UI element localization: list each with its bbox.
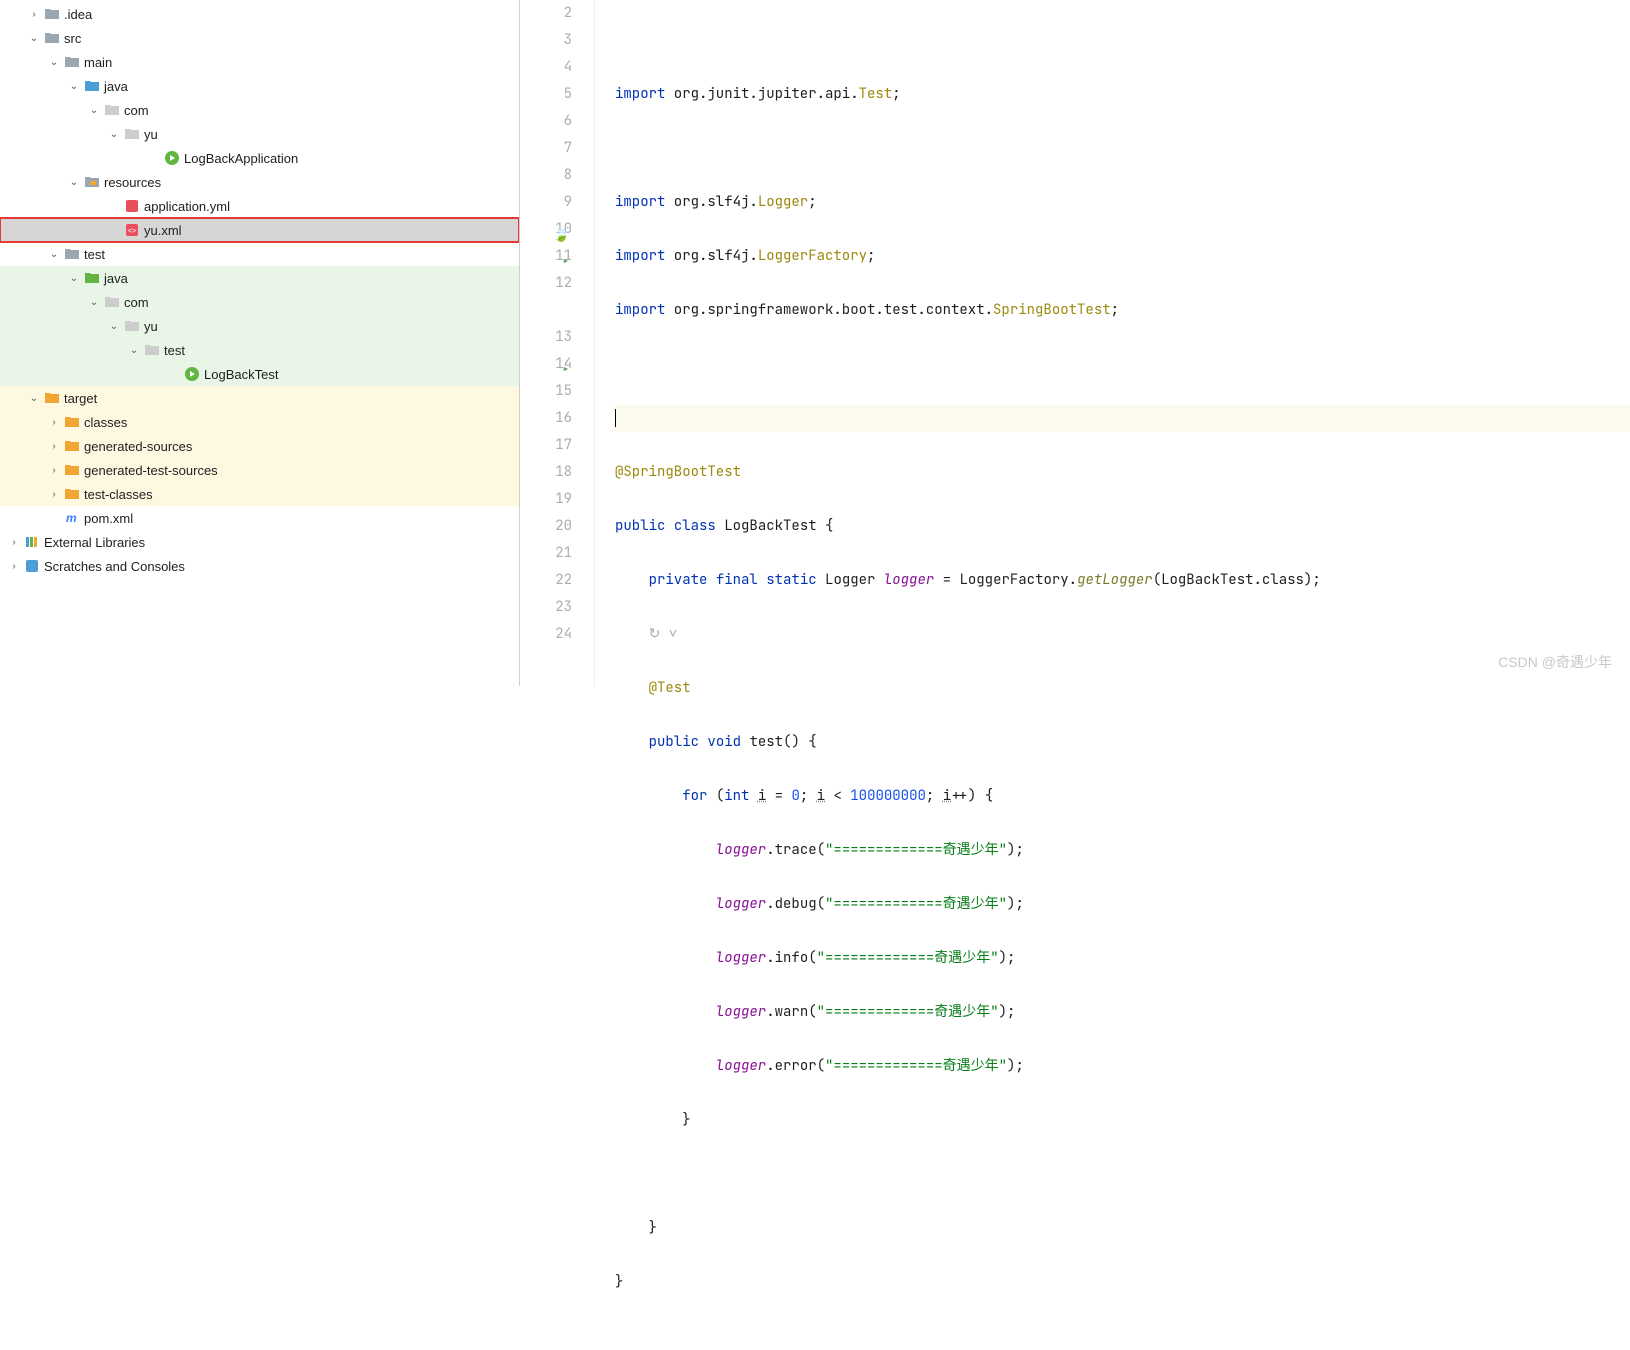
package-icon [104, 102, 120, 118]
package-icon [144, 342, 160, 358]
code-editor[interactable]: 2 3 4 5 6 7 8 9 10🍃 11▸ 12 13 14▸ 15 16 … [520, 0, 1630, 686]
maven-icon: m [64, 510, 80, 526]
tree-item-com[interactable]: ⌄com [0, 98, 519, 122]
tree-item-appyml[interactable]: ·application.yml [0, 194, 519, 218]
xml-icon: <> [124, 222, 140, 238]
tree-item-yuxml-selected[interactable]: ·<>yu.xml [0, 218, 519, 242]
code-area[interactable]: import org.junit.jupiter.api.Test; impor… [595, 0, 1630, 686]
tree-item-scratch[interactable]: ›Scratches and Consoles [0, 554, 519, 578]
folder-icon [64, 54, 80, 70]
package-icon [124, 126, 140, 142]
test-folder-icon [84, 270, 100, 286]
tree-item-logbackapp[interactable]: ·LogBackApplication [0, 146, 519, 170]
tree-item-java-test[interactable]: ⌄java [0, 266, 519, 290]
tree-item-yu[interactable]: ⌄yu [0, 122, 519, 146]
project-tree[interactable]: ›.idea ⌄src ⌄main ⌄java ⌄com ⌄yu ·LogBac… [0, 0, 520, 686]
library-icon [24, 534, 40, 550]
folder-icon [44, 30, 60, 46]
tree-item-idea[interactable]: ›.idea [0, 2, 519, 26]
package-icon [104, 294, 120, 310]
line-gutter: 2 3 4 5 6 7 8 9 10🍃 11▸ 12 13 14▸ 15 16 … [520, 0, 595, 686]
tree-item-gentestsrc[interactable]: ›generated-test-sources [0, 458, 519, 482]
tree-item-pom[interactable]: ·mpom.xml [0, 506, 519, 530]
excluded-folder-icon [64, 486, 80, 502]
scratch-icon [24, 558, 40, 574]
tree-item-extlib[interactable]: ›External Libraries [0, 530, 519, 554]
class-run-icon [184, 366, 200, 382]
yml-icon [124, 198, 140, 214]
tree-item-classes[interactable]: ›classes [0, 410, 519, 434]
tree-item-target[interactable]: ⌄target [0, 386, 519, 410]
class-run-icon [164, 150, 180, 166]
excluded-folder-icon [64, 414, 80, 430]
tree-item-gensrc[interactable]: ›generated-sources [0, 434, 519, 458]
excluded-folder-icon [64, 438, 80, 454]
source-folder-icon [84, 78, 100, 94]
package-icon [124, 318, 140, 334]
svg-text:<>: <> [128, 228, 136, 235]
tree-item-logbacktest[interactable]: ·LogBackTest [0, 362, 519, 386]
tree-item-yu-test[interactable]: ⌄yu [0, 314, 519, 338]
tree-item-main[interactable]: ⌄main [0, 50, 519, 74]
tree-item-test-pkg[interactable]: ⌄test [0, 338, 519, 362]
tree-item-resources[interactable]: ⌄resources [0, 170, 519, 194]
tree-item-testclasses[interactable]: ›test-classes [0, 482, 519, 506]
tree-item-test[interactable]: ⌄test [0, 242, 519, 266]
tree-item-com-test[interactable]: ⌄com [0, 290, 519, 314]
excluded-folder-icon [44, 390, 60, 406]
recursive-icon[interactable]: ↻ ˅ [649, 625, 678, 643]
tree-item-src[interactable]: ⌄src [0, 26, 519, 50]
watermark: CSDN @奇遇少年 [1498, 652, 1612, 672]
excluded-folder-icon [64, 462, 80, 478]
svg-text:m: m [66, 511, 77, 525]
text-cursor [615, 409, 616, 427]
folder-icon [44, 6, 60, 22]
resources-folder-icon [84, 174, 100, 190]
tree-item-java[interactable]: ⌄java [0, 74, 519, 98]
folder-icon [64, 246, 80, 262]
